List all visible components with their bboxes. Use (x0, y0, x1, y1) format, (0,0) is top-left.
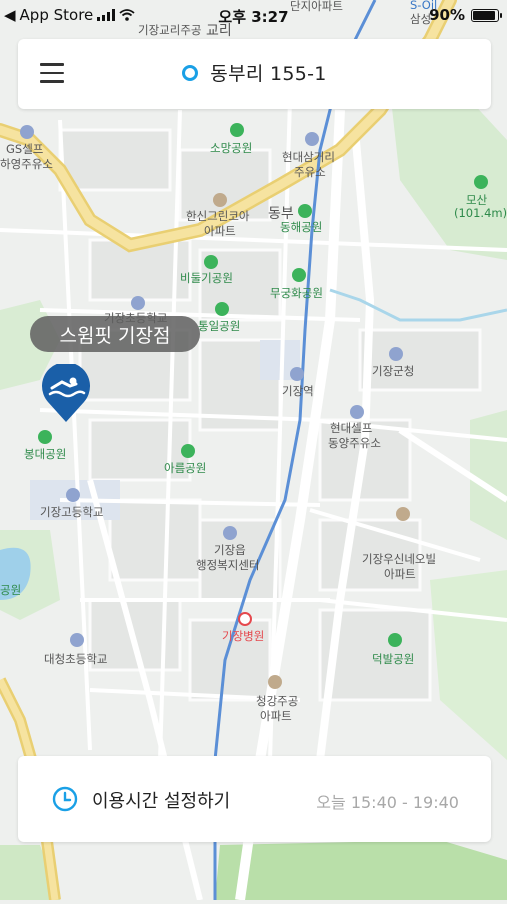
park-icon[interactable] (292, 268, 306, 282)
park-icon[interactable] (388, 633, 402, 647)
map-label: 행정복지센터 (196, 558, 260, 572)
gas-station-icon[interactable] (20, 125, 34, 139)
map-label: 동해공원 (280, 220, 323, 234)
map-label: 동양주유소 (328, 436, 381, 450)
place-tag[interactable]: 스윔핏 기장점 (30, 316, 200, 352)
government-icon[interactable] (389, 347, 403, 361)
map-label: GS셀프 (6, 142, 44, 156)
time-range-value: 오늘 15:40 - 19:40 (316, 793, 459, 812)
mountain-icon[interactable] (474, 175, 488, 189)
map-label: 청강주공 (256, 694, 299, 708)
map-label: 무궁화공원 (270, 286, 323, 300)
location-dot-icon (182, 64, 199, 81)
status-bar: ◀ App Store 오후 3:27 90% (0, 0, 507, 30)
battery-percent: 90% (429, 6, 465, 24)
park-icon[interactable] (204, 255, 218, 269)
clock-icon (52, 786, 78, 812)
park-icon[interactable] (181, 444, 195, 458)
location-display[interactable]: 동부리 155-1 (18, 59, 491, 86)
apartment-icon[interactable] (268, 675, 282, 689)
gas-station-icon[interactable] (305, 132, 319, 146)
map-label: (101.4m) (454, 206, 507, 220)
school-icon[interactable] (131, 296, 145, 310)
map-label: 한신그린코아 (186, 209, 250, 223)
map-label: 현대삼거리 (282, 150, 335, 164)
school-icon[interactable] (66, 488, 80, 502)
gas-station-icon[interactable] (350, 405, 364, 419)
map-label: 기장고등학교 (40, 505, 104, 519)
map-label: 하영주유소 (0, 157, 53, 171)
park-icon[interactable] (230, 123, 244, 137)
map-label: 덕발공원 (372, 652, 415, 666)
swim-pin-icon[interactable] (40, 362, 92, 424)
map-label: 아름공원 (164, 461, 207, 475)
government-icon[interactable] (223, 526, 237, 540)
park-icon[interactable] (215, 302, 229, 316)
map-label: 기장우신네오빌 (362, 552, 437, 566)
map-label: 비둘기공원 (180, 271, 233, 285)
park-icon[interactable] (298, 204, 312, 218)
map-label: 통일공원 (198, 319, 241, 333)
header-bar: 동부리 155-1 (18, 39, 491, 109)
map-label: 기장역 (282, 384, 314, 398)
location-text[interactable]: 동부리 155-1 (210, 59, 326, 86)
map-label: 아파트 (384, 567, 416, 581)
apartment-icon[interactable] (213, 193, 227, 207)
school-icon[interactable] (70, 633, 84, 647)
map-label: 봉대공원 (24, 447, 67, 461)
park-icon[interactable] (38, 430, 52, 444)
set-time-button[interactable]: 이용시간 설정하기 오늘 15:40 - 19:40 (18, 756, 491, 842)
set-time-label[interactable]: 이용시간 설정하기 (92, 787, 230, 813)
map-label: 아파트 (204, 224, 236, 238)
map-label: 아파트 (260, 709, 292, 723)
hospital-icon[interactable] (238, 612, 252, 626)
map-label: 대청초등학교 (44, 652, 108, 666)
map-label: 공원 (0, 583, 22, 597)
map-label: 현대셀프 (330, 421, 373, 435)
map-label: 기장읍 (214, 543, 246, 557)
map-label: 기장병원 (222, 629, 265, 643)
map-label: 주유소 (294, 165, 326, 179)
battery-icon (471, 8, 502, 22)
station-icon[interactable] (290, 367, 304, 381)
map-label: 소망공원 (210, 141, 253, 155)
apartment-icon[interactable] (396, 507, 410, 521)
map-label: 기장군청 (372, 364, 415, 378)
